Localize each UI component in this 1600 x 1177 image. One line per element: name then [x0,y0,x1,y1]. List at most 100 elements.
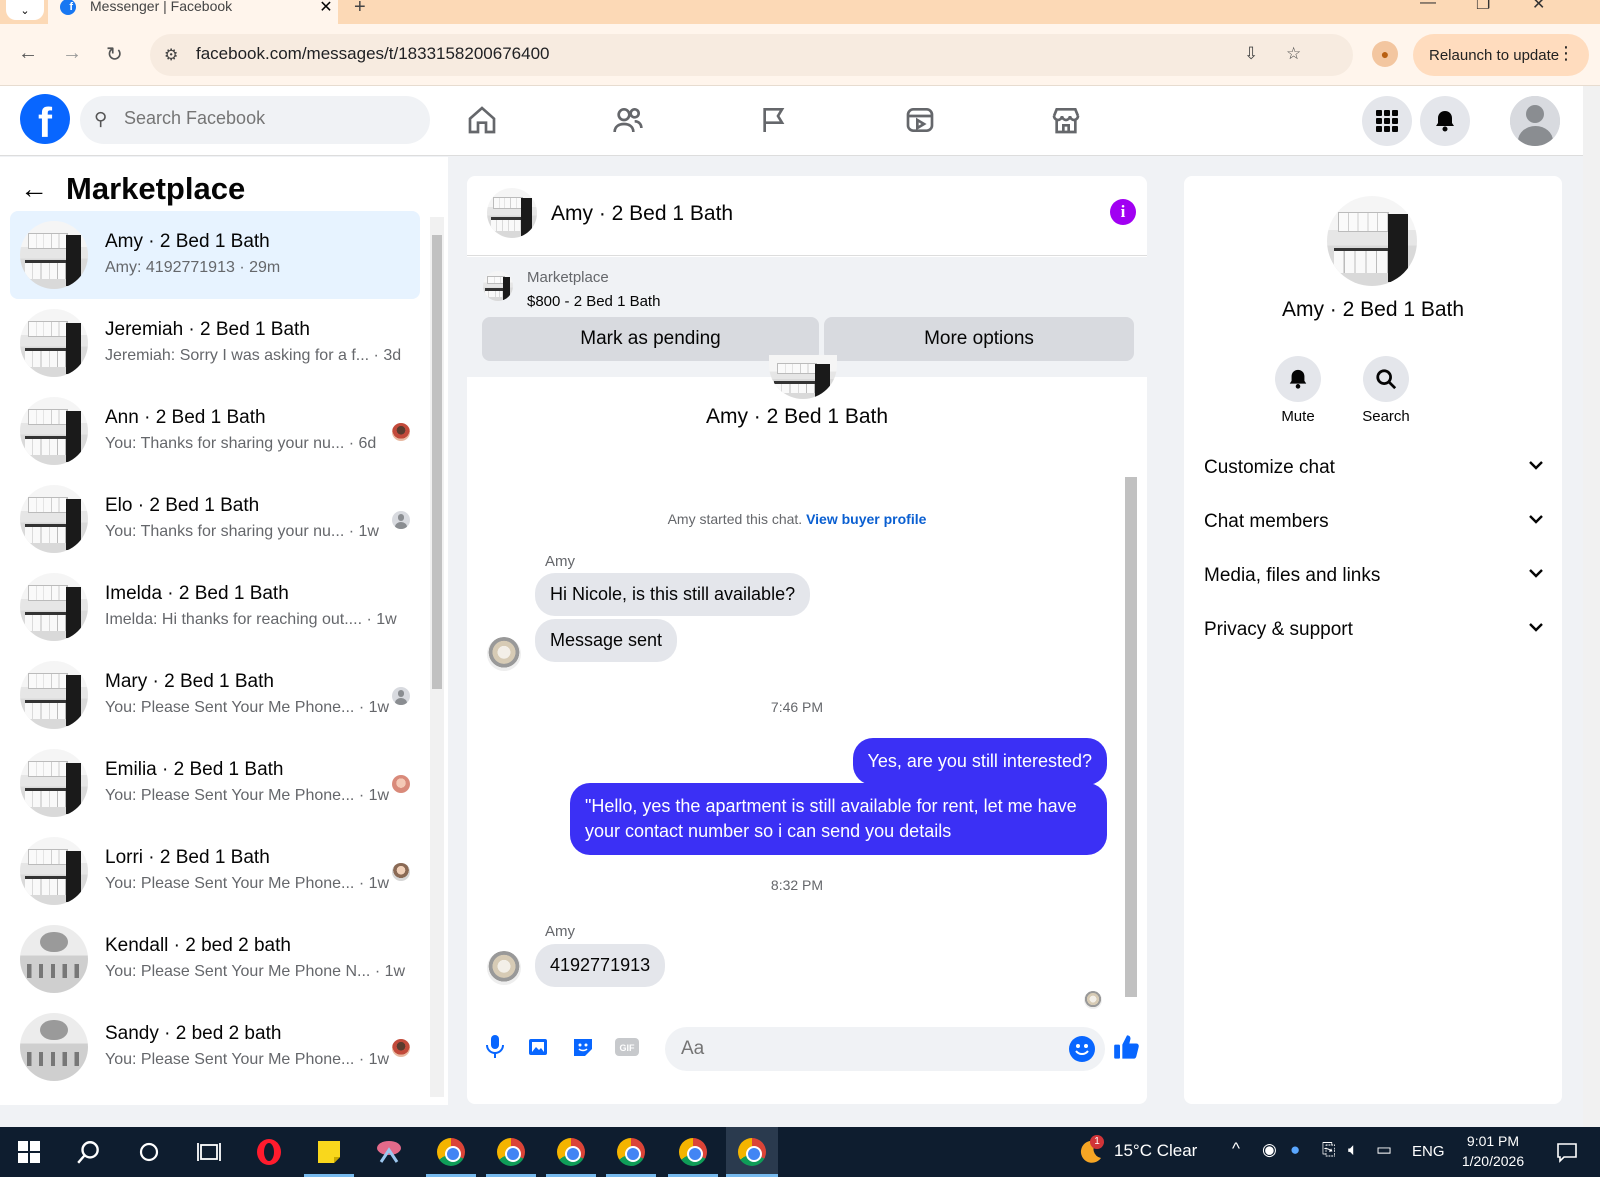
mute-action[interactable]: Mute [1258,356,1338,425]
clock-date[interactable]: 1/20/2026 [1452,1153,1534,1169]
nav-pages-flag-icon[interactable] [754,100,794,140]
network-icon[interactable]: ▭ [1376,1140,1392,1160]
snip-sketch-icon[interactable] [374,1137,404,1167]
chrome-icon[interactable] [496,1137,526,1167]
windows-start-icon[interactable] [14,1137,44,1167]
conversation-item[interactable]: Ann · 2 Bed 1 Bath You: Thanks for sharin… [10,387,420,475]
thumbs-up-icon[interactable] [1113,1033,1141,1061]
minimize-icon[interactable]: — [1420,0,1436,12]
task-view-icon[interactable] [194,1137,224,1167]
network-app-icon[interactable]: ● [1290,1140,1300,1160]
chrome-active-window-icon[interactable] [726,1127,778,1177]
tab-search-chevron-icon[interactable]: ⌄ [6,0,44,20]
facebook-search[interactable]: ⚲ [80,96,430,144]
sticker-icon[interactable] [569,1033,597,1061]
conversation-item[interactable]: Sandy · 2 bed 2 bath You: Please Sent You… [10,1003,420,1091]
language-indicator[interactable]: ENG [1412,1143,1445,1160]
message-input[interactable] [681,1038,1041,1060]
record-icon[interactable]: ◉ [1262,1140,1277,1160]
incoming-message[interactable]: Message sent [535,619,678,662]
chat-members-section[interactable]: Chat members [1204,502,1544,542]
cortana-icon[interactable] [134,1137,164,1167]
account-avatar[interactable] [1510,96,1560,146]
outgoing-message[interactable]: Yes, are you still interested? [852,738,1107,785]
media-files-links-section[interactable]: Media, files and links [1204,556,1544,596]
conversation-item[interactable]: Kendall · 2 bed 2 bath You: Please Sent Y… [10,915,420,1003]
privacy-support-section[interactable]: Privacy & support [1204,610,1544,650]
back-arrow-icon[interactable]: ← [18,42,38,65]
message-thread: Amy · 2 Bed 1 Bath Amy started this chat… [467,355,1147,1017]
photo-gallery-icon[interactable] [525,1033,553,1061]
taskbar-search-icon[interactable] [74,1137,104,1167]
bookmark-star-icon[interactable]: ☆ [1286,44,1301,64]
scrollbar-thumb[interactable] [432,235,442,689]
window-close-icon[interactable]: ✕ [1532,0,1545,14]
outgoing-message[interactable]: "Hello, yes the apartment is still avail… [570,783,1107,855]
incoming-message[interactable]: 4192771913 [535,944,666,987]
conversation-item[interactable]: Elo · 2 Bed 1 Bath You: Thanks for sharin… [10,475,420,563]
sticky-notes-icon[interactable] [314,1137,344,1167]
menu-grid-icon[interactable] [1362,96,1412,146]
sender-avatar[interactable] [487,951,521,985]
opera-icon[interactable] [254,1137,284,1167]
more-options-button[interactable]: More options [824,317,1134,361]
facebook-search-input[interactable] [124,108,414,129]
listing-thumbnail[interactable] [483,271,513,301]
weather-text[interactable]: 15°C Clear [1114,1141,1197,1161]
facebook-logo-icon[interactable]: f [20,94,70,144]
chevron-down-icon [1528,457,1544,479]
scrollbar-thumb[interactable] [1125,477,1137,997]
conversation-item[interactable]: Mary · 2 Bed 1 Bath You: Please Sent Your… [10,651,420,739]
back-arrow-icon[interactable]: ← [20,173,48,205]
page-scrollbar[interactable] [1583,86,1600,1127]
search-action[interactable]: Search [1346,356,1426,425]
message-thread-scrollbar[interactable] [1121,377,1139,1015]
conversation-item[interactable]: Jeremiah · 2 Bed 1 Bath Jeremiah: Sorry I… [10,299,420,387]
bell-icon[interactable] [1275,356,1321,402]
new-tab-icon[interactable]: + [354,0,366,19]
conversation-item[interactable]: Emilia · 2 Bed 1 Bath You: Please Sent Yo… [10,739,420,827]
maximize-icon[interactable]: ❐ [1476,0,1490,14]
forward-arrow-icon[interactable]: → [62,42,82,65]
browser-profile-icon[interactable]: ● [1372,41,1398,67]
details-avatar[interactable] [1327,196,1417,286]
tab-close-icon[interactable]: ✕ [314,0,338,17]
chrome-profile-w-icon[interactable] [436,1137,466,1167]
conversation-item[interactable]: Amy · 2 Bed 1 Bath Amy: 4192771913 · 29m [10,211,420,299]
browser-tab-messenger[interactable]: f Messenger | Facebook ✕ [48,0,338,24]
customize-chat-section[interactable]: Customize chat [1204,448,1544,488]
meet-now-icon[interactable]: ⎘ [1322,1140,1336,1160]
info-icon[interactable]: i [1110,199,1136,225]
gif-icon[interactable]: GIF [613,1033,641,1061]
nav-friends-icon[interactable] [608,100,648,140]
chat-title[interactable]: Amy · 2 Bed 1 Bath [551,202,733,226]
conversation-list-scrollbar[interactable] [430,217,444,1097]
volume-icon[interactable]: 🔈︎ [1348,1140,1358,1160]
view-buyer-profile-link[interactable]: View buyer profile [806,511,926,527]
site-info-icon[interactable]: ⚙ [164,45,178,65]
chrome-icon[interactable] [678,1137,708,1167]
browser-menu-icon[interactable]: ⋮ [1557,43,1575,64]
install-app-icon[interactable]: ⇩ [1244,44,1258,64]
nav-home-icon[interactable] [462,100,502,140]
nav-video-icon[interactable] [900,100,940,140]
relaunch-button[interactable]: Relaunch to update ⋮ [1413,34,1589,76]
reload-icon[interactable]: ↻ [106,42,123,67]
chat-avatar[interactable] [487,188,537,238]
chrome-icon[interactable] [556,1137,586,1167]
search-icon[interactable] [1363,356,1409,402]
chrome-icon[interactable] [616,1137,646,1167]
clock-time[interactable]: 9:01 PM [1452,1133,1534,1149]
conversation-item[interactable]: Imelda · 2 Bed 1 Bath Imelda: Hi thanks f… [10,563,420,651]
conversation-item[interactable]: Lorri · 2 Bed 1 Bath You: Please Sent You… [10,827,420,915]
sender-avatar[interactable] [487,637,521,671]
message-input-box[interactable] [665,1027,1105,1071]
action-center-icon[interactable] [1552,1137,1582,1167]
nav-marketplace-icon[interactable] [1046,100,1086,140]
show-hidden-icons-icon[interactable]: ^ [1232,1139,1240,1159]
address-bar[interactable]: ⚙ facebook.com/messages/t/18331582006764… [150,34,1353,76]
emoji-icon[interactable] [1069,1036,1095,1062]
incoming-message[interactable]: Hi Nicole, is this still available? [535,573,811,616]
notifications-bell-icon[interactable] [1420,96,1470,146]
microphone-icon[interactable] [481,1033,509,1061]
